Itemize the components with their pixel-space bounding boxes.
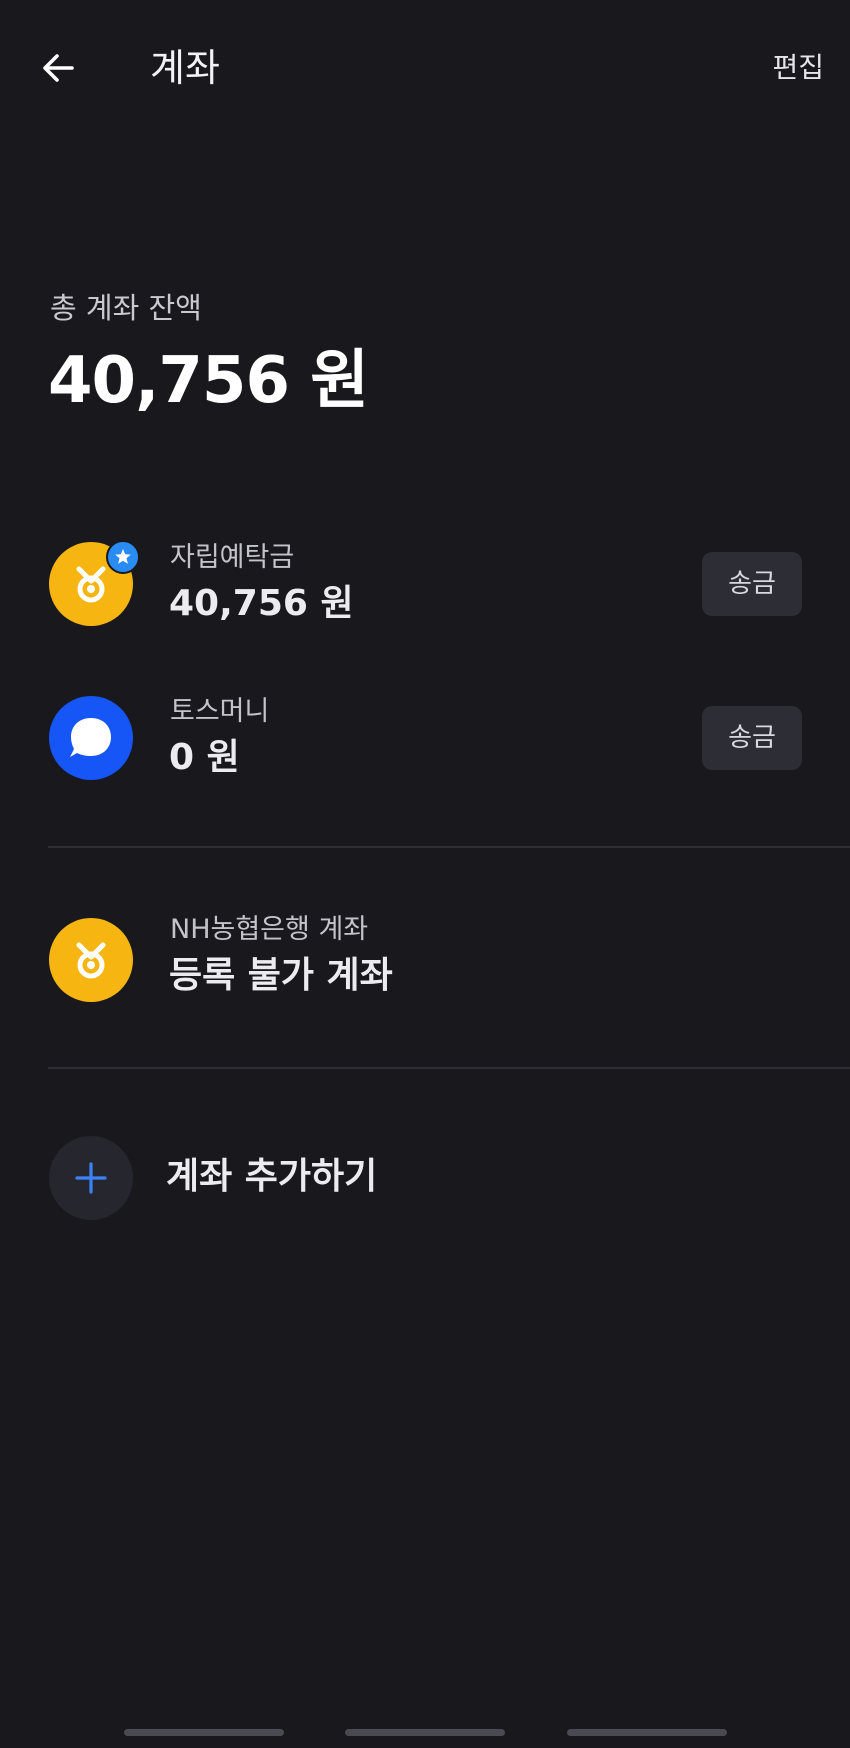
toss-logo: [49, 696, 133, 780]
account-row-toss-money[interactable]: 토스머니 0 원 송금: [0, 674, 850, 804]
plus-icon: [75, 1162, 107, 1194]
account-name: 자립예탁금: [170, 542, 295, 573]
nav-indicator: [567, 1729, 727, 1736]
nav-indicator: [124, 1729, 284, 1736]
section-divider: [48, 846, 850, 848]
toss-bubble-icon: [70, 718, 111, 757]
total-balance-label: 총 계좌 잔액: [50, 291, 202, 325]
account-name: 토스머니: [170, 696, 270, 727]
account-status: 등록 불가 계좌: [169, 955, 393, 996]
send-button[interactable]: 송금: [702, 552, 802, 616]
nh-bank-logo: [49, 918, 133, 1002]
nav-indicator: [345, 1729, 505, 1736]
page-title: 계좌: [150, 46, 220, 90]
star-badge-icon: [106, 540, 140, 574]
add-account-button[interactable]: 계좌 추가하기: [0, 1130, 850, 1230]
total-balance-value: 40,756 원: [48, 344, 369, 418]
section-divider: [48, 1067, 850, 1069]
account-row-nh-deposit[interactable]: 자립예탁금 40,756 원 송금: [0, 520, 850, 650]
add-account-circle: [49, 1136, 133, 1220]
account-balance: 0 원: [169, 737, 240, 778]
account-name: NH농협은행 계좌: [170, 914, 369, 945]
edit-button[interactable]: 편집: [772, 48, 824, 88]
add-account-label: 계좌 추가하기: [166, 1156, 378, 1197]
account-balance: 40,756 원: [169, 583, 354, 624]
arrow-left-icon: [43, 54, 74, 82]
account-row-nh-unregistered[interactable]: NH농협은행 계좌 등록 불가 계좌: [0, 898, 850, 1028]
send-button[interactable]: 송금: [702, 706, 802, 770]
back-button[interactable]: [30, 40, 86, 96]
nh-logo-icon: [76, 942, 106, 979]
